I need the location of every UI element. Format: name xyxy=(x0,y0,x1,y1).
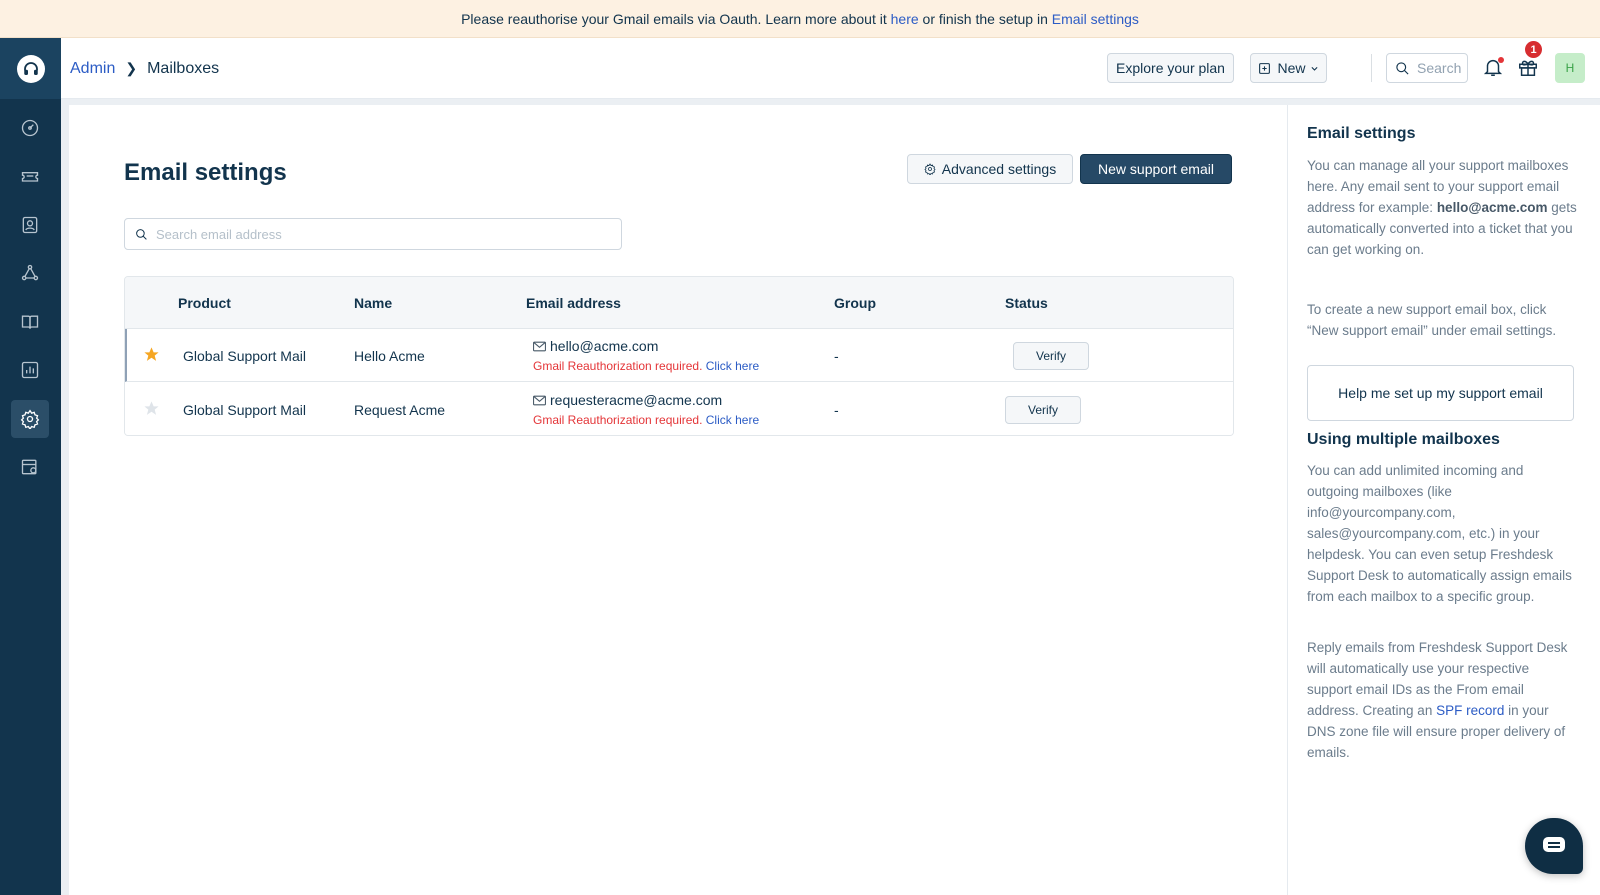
star-outline-icon[interactable] xyxy=(143,400,160,417)
breadcrumb-current-page: Mailboxes xyxy=(147,59,220,77)
star-filled-icon[interactable] xyxy=(143,346,160,363)
reauth-click-here-link[interactable]: Click here xyxy=(706,359,759,373)
headset-logo-icon xyxy=(16,54,45,83)
top-header: Admin ❯ Mailboxes Explore your plan New … xyxy=(61,38,1600,99)
table-row: Global Support Mail Hello Acme hello@acm… xyxy=(125,329,1233,382)
plus-box-icon xyxy=(1259,62,1271,74)
product-cell: Global Support Mail xyxy=(183,347,306,364)
example-email: hello@acme.com xyxy=(1436,200,1548,215)
tickets-icon[interactable] xyxy=(11,157,49,195)
group-cell: - xyxy=(834,401,839,418)
help-heading-email-settings: Email settings xyxy=(1307,125,1416,142)
banner-here-link[interactable]: here xyxy=(891,11,919,27)
banner-text-2: or finish the setup in xyxy=(918,10,1052,27)
banner-text-1: Please reauthorise your Gmail emails via… xyxy=(461,10,891,27)
notifications-bell-icon[interactable] xyxy=(1482,56,1506,80)
name-cell: Request Acme xyxy=(354,401,446,418)
reauth-click-here-link[interactable]: Click here xyxy=(706,413,759,427)
column-header-email: Email address xyxy=(526,295,621,311)
new-button-label: New xyxy=(1277,60,1306,76)
gift-badge: 1 xyxy=(1525,41,1542,58)
help-paragraph-multiple: You can add unlimited incoming and outgo… xyxy=(1307,463,1572,604)
breadcrumb: Admin ❯ Mailboxes xyxy=(70,38,219,99)
help-panel: Email settings You can manage all your s… xyxy=(1287,105,1600,895)
envelope-icon xyxy=(533,395,546,405)
reauth-warning-text: Gmail Reauthorization required. xyxy=(533,359,703,373)
email-cell: hello@acme.com Gmail Reauthorization req… xyxy=(533,338,759,373)
apps-icon[interactable] xyxy=(11,448,49,486)
new-button[interactable]: New xyxy=(1250,53,1327,83)
user-avatar[interactable]: H xyxy=(1555,53,1585,83)
reauth-warning: Gmail Reauthorization required. Click he… xyxy=(533,359,759,373)
contacts-icon[interactable] xyxy=(11,206,49,244)
email-search-input[interactable] xyxy=(156,226,596,242)
reauth-warning-text: Gmail Reauthorization required. xyxy=(533,413,703,427)
advanced-settings-label: Advanced settings xyxy=(941,161,1057,177)
page-title: Email settings xyxy=(124,159,287,186)
solutions-icon[interactable] xyxy=(11,303,49,341)
notification-dot xyxy=(1498,57,1504,63)
sidebar xyxy=(0,38,61,895)
social-icon[interactable] xyxy=(11,254,49,292)
help-heading-multiple-mailboxes: Using multiple mailboxes xyxy=(1307,431,1500,448)
help-paragraph-spf: Reply emails from Freshdesk Support Desk… xyxy=(1307,640,1568,760)
envelope-icon xyxy=(533,341,546,351)
admin-gear-icon[interactable] xyxy=(11,400,49,438)
chat-bubble-icon xyxy=(1543,837,1565,852)
email-address: hello@acme.com xyxy=(550,338,659,354)
product-cell: Global Support Mail xyxy=(183,401,306,418)
gear-icon xyxy=(924,163,936,175)
reauth-warning: Gmail Reauthorization required. Click he… xyxy=(533,413,759,427)
email-search-field xyxy=(124,218,622,250)
mailboxes-table: Product Name Email address Group Status … xyxy=(124,276,1234,436)
name-cell: Hello Acme xyxy=(354,347,425,364)
search-icon xyxy=(136,228,147,240)
table-row: Global Support Mail Request Acme request… xyxy=(125,383,1233,435)
help-setup-button[interactable]: Help me set up my support email xyxy=(1307,365,1574,421)
column-header-group: Group xyxy=(834,295,876,311)
column-header-product: Product xyxy=(178,295,231,311)
gift-icon[interactable]: 1 xyxy=(1517,41,1542,80)
app-logo[interactable] xyxy=(0,38,61,99)
help-paragraph-intro: You can manage all your support mailboxe… xyxy=(1307,158,1577,257)
reauth-banner: Please reauthorise your Gmail emails via… xyxy=(0,0,1600,38)
email-address: requesteracme@acme.com xyxy=(550,392,723,408)
column-header-status: Status xyxy=(1005,295,1048,311)
banner-email-settings-link[interactable]: Email settings xyxy=(1052,11,1139,27)
email-cell: requesteracme@acme.com Gmail Reauthoriza… xyxy=(533,392,759,427)
header-divider xyxy=(1371,54,1372,82)
advanced-settings-button[interactable]: Advanced settings xyxy=(907,154,1073,184)
chevron-right-icon: ❯ xyxy=(125,60,138,76)
spf-record-link[interactable]: SPF record xyxy=(1436,703,1504,718)
breadcrumb-admin-link[interactable]: Admin xyxy=(70,60,115,78)
chevron-down-icon xyxy=(1310,66,1318,71)
column-header-name: Name xyxy=(354,295,393,311)
table-header: Product Name Email address Group Status xyxy=(125,277,1233,329)
dashboard-icon[interactable] xyxy=(11,109,49,147)
main-content: Email settings Advanced settings New sup… xyxy=(69,105,1287,895)
verify-button[interactable]: Verify xyxy=(1005,396,1081,424)
reports-icon[interactable] xyxy=(11,351,49,389)
search-icon xyxy=(1396,61,1409,75)
help-paragraph-create: To create a new support email box, click… xyxy=(1307,302,1557,338)
new-support-email-button[interactable]: New support email xyxy=(1080,154,1232,184)
global-search-button[interactable]: Search xyxy=(1386,53,1468,83)
group-cell: - xyxy=(834,347,839,364)
global-search-label: Search xyxy=(1417,60,1462,76)
verify-button[interactable]: Verify xyxy=(1013,342,1089,370)
chat-widget-button[interactable] xyxy=(1525,818,1583,874)
explore-plan-button[interactable]: Explore your plan xyxy=(1107,53,1234,83)
